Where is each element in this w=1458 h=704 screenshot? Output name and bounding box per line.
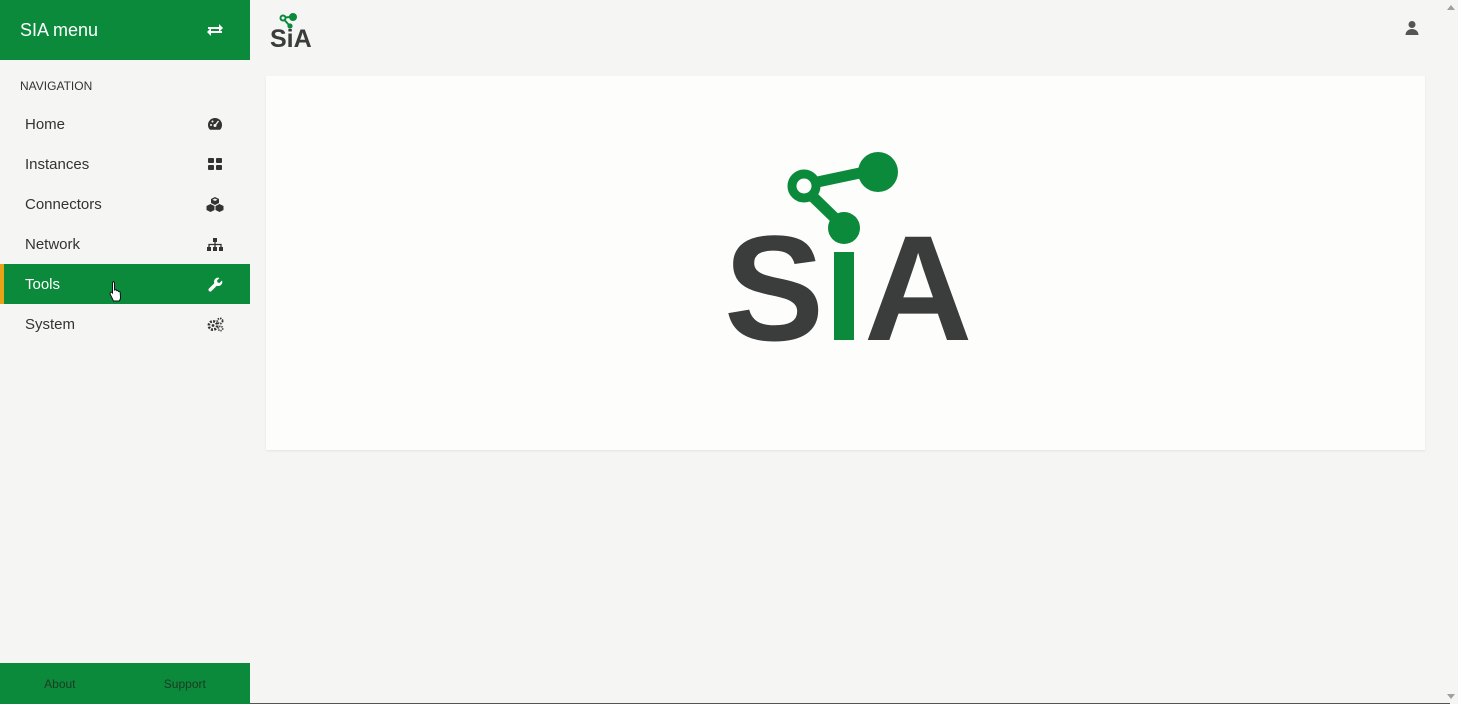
sitemap-icon [206, 235, 224, 253]
gears-icon [206, 315, 224, 333]
about-link[interactable]: About [44, 677, 75, 691]
sidebar-item-instances[interactable]: Instances [0, 144, 250, 184]
sidebar-item-tools[interactable]: Tools [0, 264, 250, 304]
sidebar-footer: About Support [0, 663, 250, 704]
sidebar-item-label: Tools [25, 275, 61, 293]
top-bar: SiA [250, 0, 1444, 60]
sidebar-item-home[interactable]: Home [0, 104, 250, 144]
main-panel: S A [266, 76, 1425, 450]
sidebar-item-system[interactable]: System [0, 304, 250, 344]
grid-icon [206, 155, 224, 173]
sidebar-item-label: Instances [25, 155, 90, 173]
support-link[interactable]: Support [164, 677, 206, 691]
vertical-scrollbar[interactable] [1444, 0, 1458, 704]
logo-text: A [864, 204, 969, 344]
sidebar-item-label: Home [25, 115, 66, 133]
nav-list: Home Instances Connectors Network Tools [0, 104, 250, 344]
logo-text: SiA [270, 25, 312, 50]
sidebar-item-label: System [25, 315, 76, 333]
logo-text: S [724, 204, 819, 344]
sidebar-item-label: Network [25, 235, 81, 253]
dashboard-icon [206, 115, 224, 133]
sia-logo-small[interactable]: SiA [270, 12, 316, 50]
swap-arrows-icon[interactable] [204, 19, 226, 41]
sidebar-title: SIA menu [20, 19, 99, 40]
wrench-icon [206, 275, 224, 293]
scroll-up-icon[interactable] [1447, 4, 1455, 12]
scroll-down-icon[interactable] [1447, 692, 1455, 700]
mouse-pointer-icon [109, 281, 122, 302]
sidebar-header: SIA menu [0, 0, 250, 60]
sidebar-item-connectors[interactable]: Connectors [0, 184, 250, 224]
sidebar-item-label: Connectors [25, 195, 102, 213]
sidebar-item-network[interactable]: Network [0, 224, 250, 264]
sia-logo-large: S A [724, 152, 974, 344]
user-icon[interactable] [1404, 20, 1420, 36]
cubes-icon [206, 195, 224, 213]
sidebar: SIA menu NAVIGATION Home Instances Conne… [0, 0, 250, 704]
nav-section-heading: NAVIGATION [20, 79, 93, 93]
